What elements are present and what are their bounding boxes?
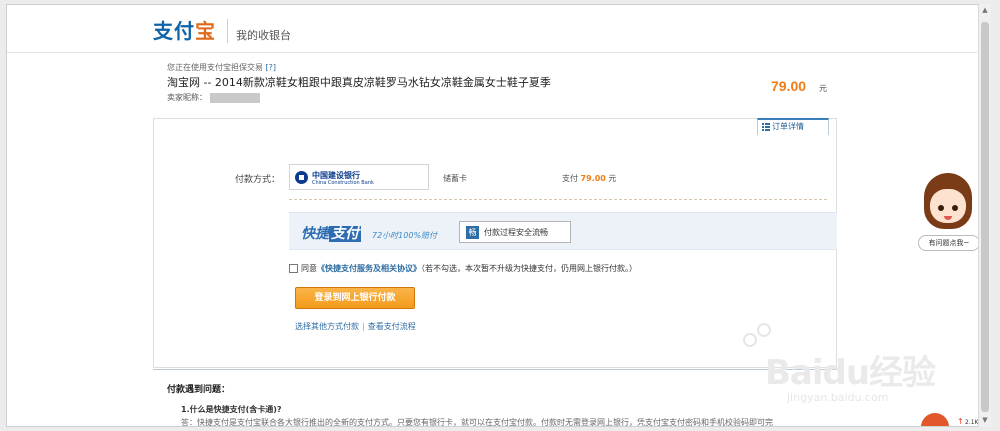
browser-viewport: 支付宝 我的收银台 您正在使用支付宝担保交易 [?] 淘宝网 -- 2014新款… xyxy=(6,4,990,427)
pay-amount-unit: 元 xyxy=(608,174,617,183)
quick-logo-part2: 支付 xyxy=(329,226,361,242)
login-bank-pay-button[interactable]: 登录到网上银行付款 xyxy=(295,287,415,309)
paw-icon xyxy=(757,323,771,337)
dashed-divider xyxy=(289,199,827,200)
vertical-scrollbar[interactable]: ▲ ▼ xyxy=(978,4,991,427)
order-price-unit: 元 xyxy=(819,84,827,93)
card-type: 储蓄卡 xyxy=(443,174,467,183)
logo-text-accent: 宝 xyxy=(195,19,216,43)
seller-line: 卖家昵称： xyxy=(167,91,847,105)
pay-amount-prefix: 支付 xyxy=(562,174,578,183)
scroll-up-icon[interactable]: ▲ xyxy=(979,4,991,16)
cs-avatar-eye-right xyxy=(952,205,958,211)
cashier-header: 支付宝 我的收银台 xyxy=(7,5,977,53)
order-detail-tab[interactable]: 订单详情 xyxy=(757,118,829,136)
pay-amount: 支付 79.00 元 xyxy=(562,173,616,184)
network-speed-badge: ↑ 2.1K/s xyxy=(921,413,984,426)
view-pay-flow-link[interactable]: 查看支付流程 xyxy=(368,322,416,331)
agreement-link[interactable]: 《快捷支付服务及相关协议》 xyxy=(317,264,421,273)
cs-label: 有问题点我~ xyxy=(918,235,980,251)
quick-pay-banner: 快捷 支付 72小时100%赔付 畅 付款过程安全流畅 xyxy=(289,212,837,250)
alipay-logo[interactable]: 支付宝 xyxy=(153,15,216,44)
quick-logo-part1: 快捷 xyxy=(301,226,329,242)
agree-prefix: 同意 xyxy=(301,264,317,273)
other-pay-method-link[interactable]: 选择其他方式付款 xyxy=(295,322,359,331)
order-price: 79.00 xyxy=(771,78,807,94)
ccb-logo-icon xyxy=(295,171,308,184)
smooth-icon: 畅 xyxy=(466,226,479,239)
order-info: 您正在使用支付宝担保交易 [?] 淘宝网 -- 2014新款凉鞋女粗跟中跟真皮凉… xyxy=(167,62,847,105)
help-link[interactable]: [?] xyxy=(266,63,277,72)
customer-service-widget[interactable]: 有问题点我~ xyxy=(918,173,980,257)
page-title: 我的收银台 xyxy=(236,29,291,42)
secured-trade-notice: 您正在使用支付宝担保交易 [?] xyxy=(167,62,847,74)
other-links: 选择其他方式付款 | 查看支付流程 xyxy=(295,321,416,332)
product-title: 淘宝网 -- 2014新款凉鞋女粗跟中跟真皮凉鞋罗马水钻女凉鞋金属女士鞋子夏季 xyxy=(167,76,551,89)
quick-pay-guarantee: 72小时100%赔付 xyxy=(372,231,438,240)
agreement-note: （若不勾选，本次暂不升级为快捷支付，仍用网上银行付款。） xyxy=(421,264,637,273)
order-detail-tab-label: 订单详情 xyxy=(772,122,804,131)
secure-flow-text: 付款过程安全流畅 xyxy=(484,228,548,237)
secure-flow-badge: 畅 付款过程安全流畅 xyxy=(459,221,571,243)
scroll-down-icon[interactable]: ▼ xyxy=(979,414,991,426)
cs-avatar-eye-left xyxy=(938,205,944,211)
quick-pay-logo: 快捷 支付 xyxy=(301,223,361,243)
list-icon xyxy=(762,123,770,131)
speed-ball-icon xyxy=(921,413,949,426)
seller-label: 卖家昵称： xyxy=(167,93,207,102)
logo-divider xyxy=(227,19,228,43)
agreement-line: 同意《快捷支付服务及相关协议》（若不勾选，本次暂不升级为快捷支付，仍用网上银行付… xyxy=(289,263,637,274)
watermark-text: Baidu经验 xyxy=(765,353,936,393)
seller-name-redacted xyxy=(209,92,260,103)
scroll-thumb[interactable] xyxy=(981,22,989,412)
help-answer-1: 答：快捷支付是支付宝联合各大银行推出的全新的支付方式。只要您有银行卡，就可以在支… xyxy=(181,418,773,427)
upload-arrow-icon: ↑ xyxy=(957,417,964,426)
bank-name-en: China Construction Bank xyxy=(312,180,374,186)
baidu-jingyan-watermark: Baidu经验 jingyan.baidu.com xyxy=(743,323,983,409)
logo-text-main: 支付 xyxy=(153,19,195,43)
pay-method-label: 付款方式： xyxy=(235,175,281,185)
secured-trade-text: 您正在使用支付宝担保交易 xyxy=(167,63,263,72)
agree-checkbox[interactable] xyxy=(289,264,298,273)
panel-bottom-border xyxy=(153,366,837,370)
pay-amount-value: 79.00 xyxy=(580,174,606,183)
paw-icon xyxy=(743,333,757,347)
bank-selector[interactable]: 中国建设银行 China Construction Bank xyxy=(289,164,429,190)
link-separator: | xyxy=(362,322,365,331)
watermark-url: jingyan.baidu.com xyxy=(787,391,889,404)
